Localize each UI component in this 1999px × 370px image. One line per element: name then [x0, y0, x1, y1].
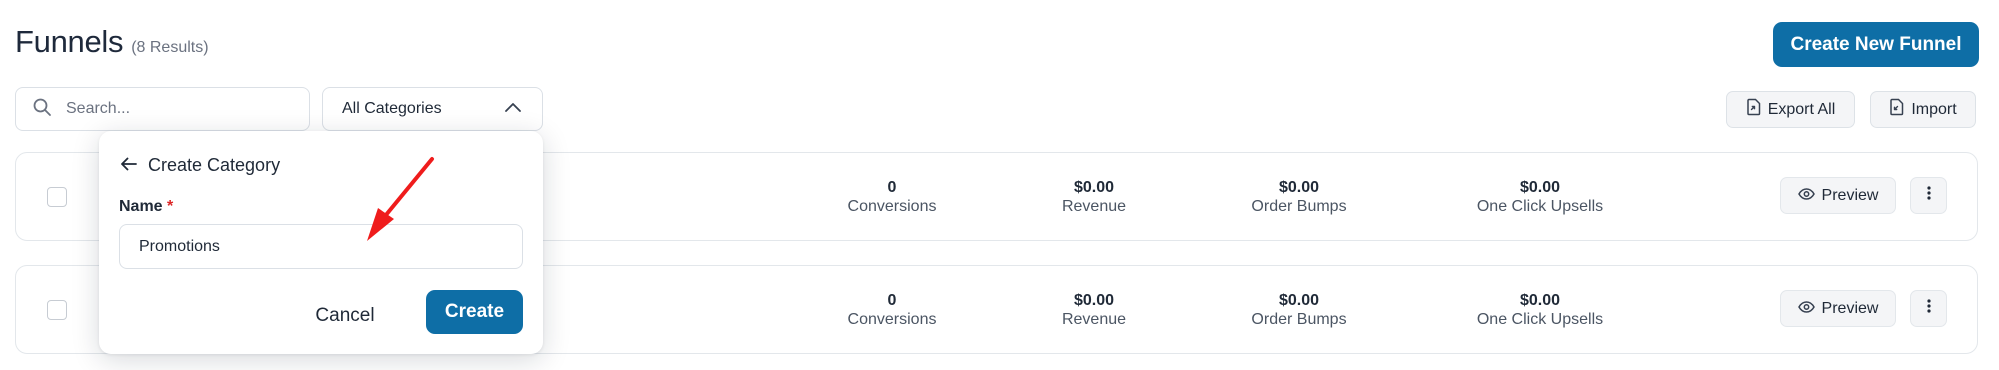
- category-select[interactable]: All Categories: [322, 87, 543, 131]
- stat-value: $0.00: [1073, 292, 1115, 309]
- stat-one-click-upsells: $0.00 One Click Upsells: [1440, 178, 1640, 216]
- stat-value: 0: [887, 292, 897, 309]
- search-icon: [32, 97, 52, 122]
- stat-revenue: $0.00 Revenue: [994, 178, 1194, 216]
- stat-value: $0.00: [1519, 292, 1561, 309]
- results-count: (8 Results): [131, 39, 209, 56]
- stat-value: $0.00: [1278, 292, 1320, 309]
- stat-order-bumps: $0.00 Order Bumps: [1199, 291, 1399, 329]
- stat-value: $0.00: [1073, 179, 1115, 196]
- page-title: Funnels: [15, 24, 124, 59]
- row-checkbox[interactable]: [47, 300, 67, 320]
- name-field-label: Name *: [119, 198, 173, 216]
- create-button[interactable]: Create: [426, 290, 523, 334]
- stat-value: 0: [887, 179, 897, 196]
- stat-conversions: 0 Conversions: [792, 178, 992, 216]
- stat-one-click-upsells: $0.00 One Click Upsells: [1440, 291, 1640, 329]
- import-label: Import: [1911, 100, 1957, 118]
- stat-value: $0.00: [1519, 179, 1561, 196]
- preview-label: Preview: [1821, 299, 1879, 317]
- more-options-button[interactable]: [1910, 177, 1947, 214]
- preview-label: Preview: [1821, 186, 1879, 204]
- create-category-popover: Create Category Name * Cancel Create: [99, 131, 543, 354]
- page-header: Funnels (8 Results): [15, 24, 209, 60]
- eye-icon: [1797, 300, 1815, 318]
- stat-label: Conversions: [847, 311, 937, 328]
- import-file-icon: [1889, 98, 1905, 121]
- row-checkbox[interactable]: [47, 187, 67, 207]
- export-all-button[interactable]: Export All: [1726, 91, 1855, 128]
- stat-conversions: 0 Conversions: [792, 291, 992, 329]
- more-vertical-icon: [1926, 186, 1931, 205]
- export-file-icon: [1746, 98, 1762, 121]
- required-asterisk: *: [167, 198, 174, 215]
- import-button[interactable]: Import: [1870, 91, 1976, 128]
- name-label-text: Name: [119, 198, 163, 215]
- stat-label: Conversions: [847, 198, 937, 215]
- stat-label: Order Bumps: [1251, 311, 1347, 328]
- search-input[interactable]: [64, 99, 288, 119]
- eye-icon: [1797, 187, 1815, 205]
- popover-header: Create Category: [120, 155, 280, 176]
- stat-label: Revenue: [1061, 311, 1127, 328]
- stat-label: One Click Upsells: [1476, 198, 1604, 215]
- chevron-up-icon: [504, 100, 522, 118]
- category-select-value: All Categories: [342, 100, 442, 117]
- preview-button[interactable]: Preview: [1780, 177, 1896, 214]
- stat-order-bumps: $0.00 Order Bumps: [1199, 178, 1399, 216]
- stat-value: $0.00: [1278, 179, 1320, 196]
- stat-revenue: $0.00 Revenue: [994, 291, 1194, 329]
- search-box[interactable]: [15, 87, 310, 131]
- popover-title: Create Category: [148, 155, 281, 175]
- stat-label: Order Bumps: [1251, 198, 1347, 215]
- stat-label: Revenue: [1061, 198, 1127, 215]
- stat-label: One Click Upsells: [1476, 311, 1604, 328]
- arrow-left-icon[interactable]: [120, 155, 138, 176]
- create-new-funnel-button[interactable]: Create New Funnel: [1773, 22, 1979, 67]
- cancel-button[interactable]: Cancel: [285, 295, 405, 337]
- export-all-label: Export All: [1767, 100, 1836, 118]
- preview-button[interactable]: Preview: [1780, 290, 1896, 327]
- more-vertical-icon: [1926, 299, 1931, 318]
- category-name-input[interactable]: [119, 224, 523, 269]
- more-options-button[interactable]: [1910, 290, 1947, 327]
